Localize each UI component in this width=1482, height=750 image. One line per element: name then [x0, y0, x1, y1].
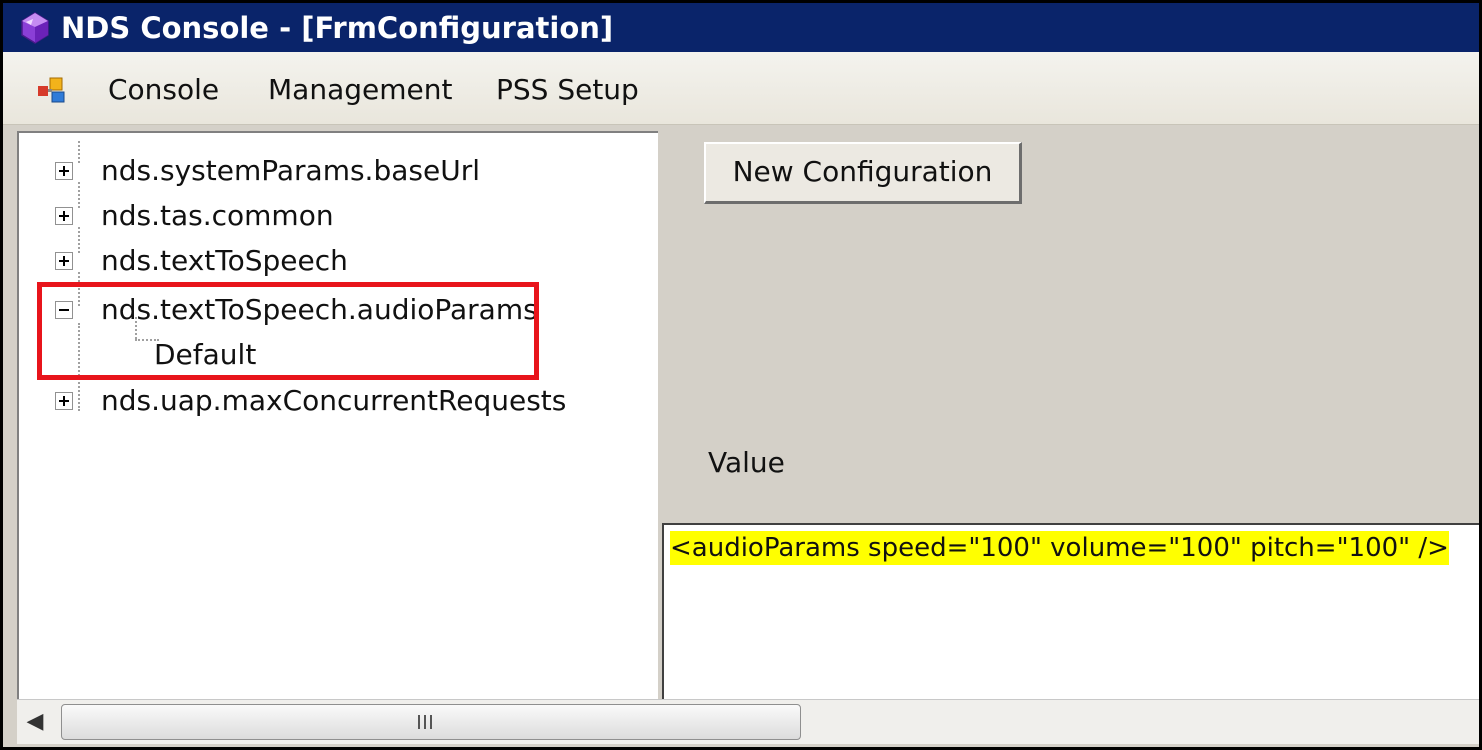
value-label: Value — [708, 446, 785, 479]
expand-plus-icon[interactable] — [55, 162, 73, 180]
expand-plus-icon[interactable] — [55, 392, 73, 410]
menu-bar: Console Management PSS Setup — [3, 52, 1479, 125]
scroll-thumb[interactable] — [61, 704, 801, 740]
value-textbox[interactable]: <audioParams speed="100" volume="100" pi… — [662, 523, 1479, 699]
tree-node-label[interactable]: nds.systemParams.baseUrl — [101, 152, 480, 190]
config-tree: nds.systemParams.baseUrl nds.tas.common … — [17, 131, 660, 701]
menu-management[interactable]: Management — [268, 72, 452, 108]
tree-node-label[interactable]: nds.textToSpeech — [101, 242, 348, 280]
window: NDS Console - [FrmConfiguration] Console… — [3, 3, 1479, 747]
tree-node-tas-common[interactable]: nds.tas.common — [19, 196, 639, 236]
tree-node-uap-maxconcurrentrequests[interactable]: nds.uap.maxConcurrentRequests — [19, 381, 639, 421]
new-configuration-button[interactable]: New Configuration — [704, 142, 1022, 204]
console-app-icon[interactable] — [36, 74, 72, 106]
crystal-gem-icon — [21, 12, 49, 44]
expand-plus-icon[interactable] — [55, 252, 73, 270]
title-bar[interactable]: NDS Console - [FrmConfiguration] — [3, 3, 1479, 52]
menu-pss-setup[interactable]: PSS Setup — [496, 72, 639, 108]
expand-plus-icon[interactable] — [55, 207, 73, 225]
value-text[interactable]: <audioParams speed="100" volume="100" pi… — [670, 531, 1449, 565]
detail-panel: New Configuration Value <audioParams spe… — [658, 131, 1479, 699]
tree-node-label[interactable]: nds.uap.maxConcurrentRequests — [101, 382, 566, 420]
horizontal-scrollbar[interactable]: ◀ — [17, 699, 1479, 744]
grip-lines-icon — [418, 715, 438, 729]
menu-console[interactable]: Console — [108, 72, 219, 108]
scroll-left-arrow-icon[interactable]: ◀ — [21, 708, 49, 736]
tree-node-texttospeech[interactable]: nds.textToSpeech — [19, 241, 639, 281]
tree-node-label[interactable]: nds.tas.common — [101, 197, 334, 235]
window-title: NDS Console - [FrmConfiguration] — [61, 11, 614, 45]
highlight-annotation-box — [37, 282, 539, 380]
tree-node-systemparams-baseurl[interactable]: nds.systemParams.baseUrl — [19, 151, 639, 191]
